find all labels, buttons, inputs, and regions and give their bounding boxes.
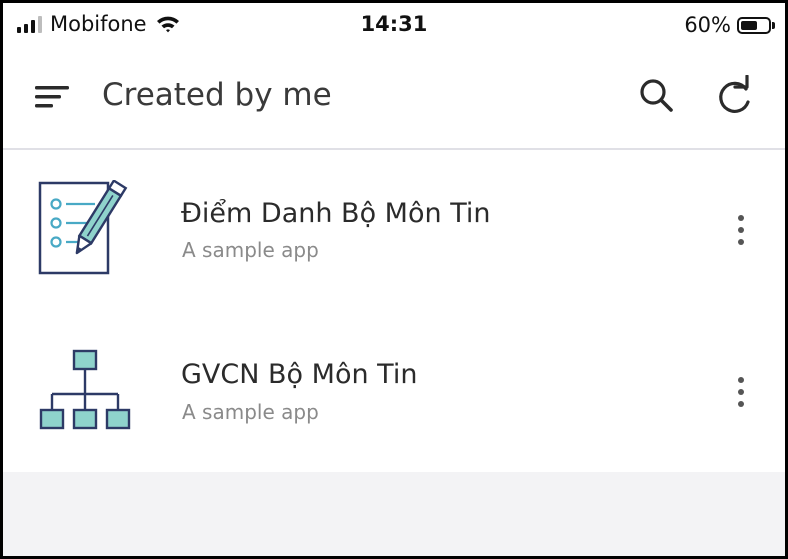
search-icon[interactable] <box>636 75 676 115</box>
list-item-app-diem-danh[interactable]: Điểm Danh Bộ Môn Tin A sample app <box>3 150 785 310</box>
list-item-app-gvcn[interactable]: GVCN Bộ Môn Tin A sample app <box>3 312 785 472</box>
checklist-pencil-icon <box>38 180 128 275</box>
more-options-icon[interactable] <box>727 372 755 412</box>
battery-cap <box>772 21 775 29</box>
more-options-icon[interactable] <box>727 210 755 250</box>
status-right: 60% <box>684 11 775 39</box>
refresh-icon[interactable] <box>713 75 755 117</box>
app-frame: Mobifone 14:31 60% Created by me Điểm Da… <box>0 0 788 559</box>
battery-percent: 60% <box>684 13 731 37</box>
hamburger-menu-icon[interactable] <box>33 80 73 112</box>
app-name: GVCN Bộ Môn Tin <box>181 359 418 390</box>
app-description: A sample app <box>182 238 319 262</box>
app-name: Điểm Danh Bộ Môn Tin <box>181 198 491 229</box>
battery-icon <box>737 16 771 34</box>
status-time: 14:31 <box>360 12 428 36</box>
battery-level-fill <box>741 20 757 30</box>
app-list: Điểm Danh Bộ Môn Tin A sample app GVCN B… <box>3 150 785 472</box>
org-chart-icon <box>39 349 131 430</box>
page-title: Created by me <box>102 77 332 113</box>
status-bar: Mobifone 14:31 60% <box>3 3 785 47</box>
app-description: A sample app <box>182 400 319 424</box>
app-header: Created by me <box>3 47 785 150</box>
